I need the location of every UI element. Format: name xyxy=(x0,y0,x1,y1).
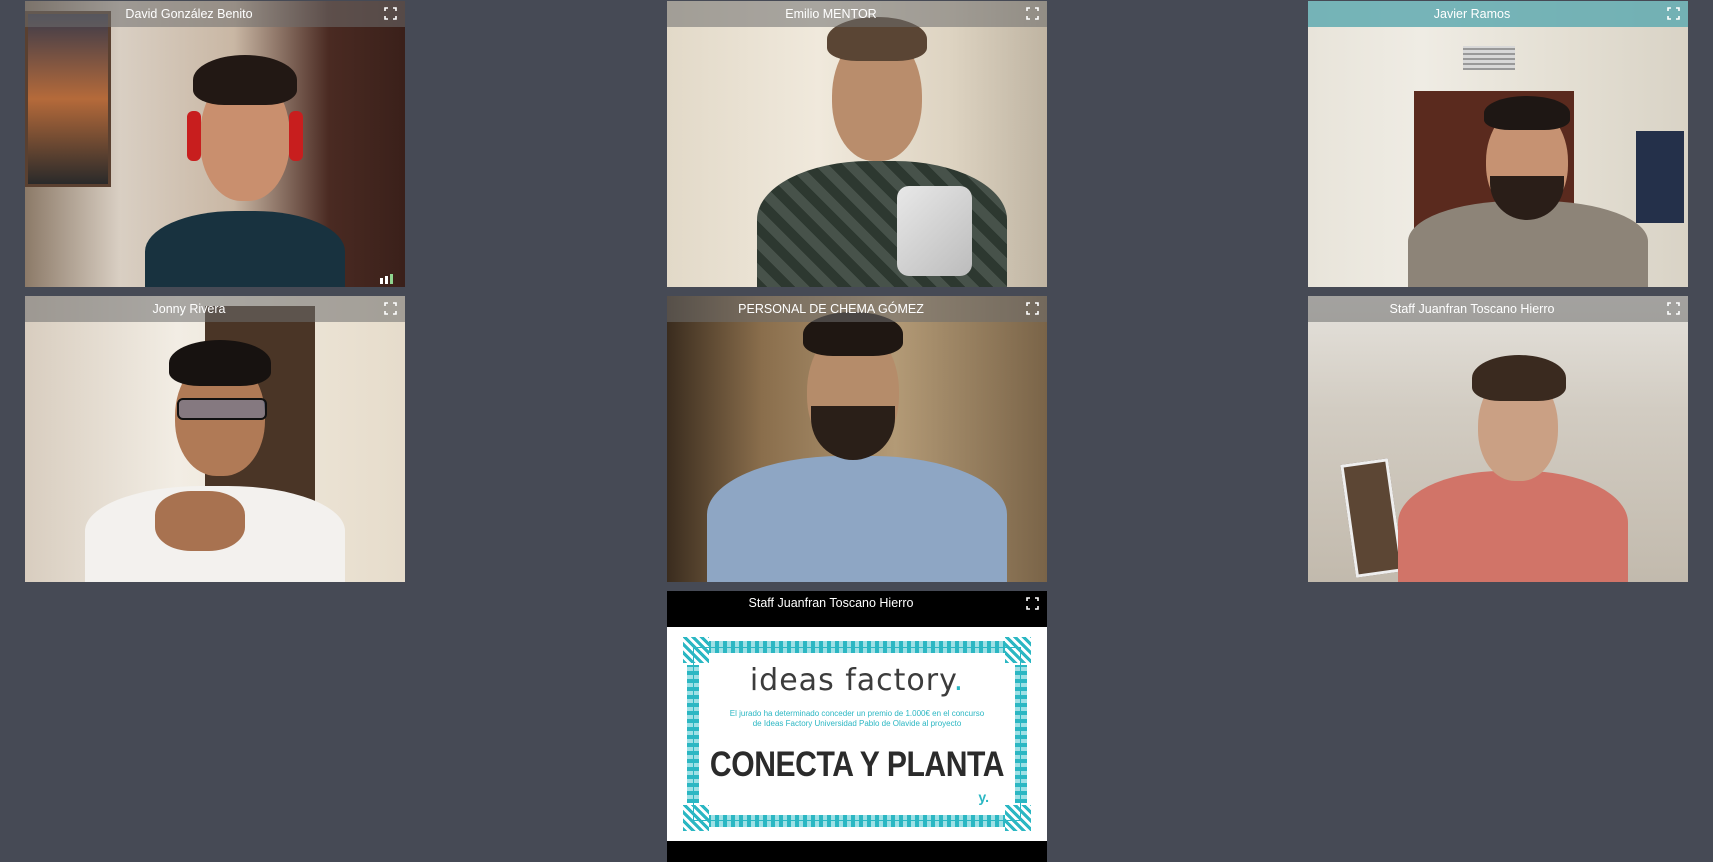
person xyxy=(85,336,365,582)
participant-name: Staff Juanfran Toscano Hierro xyxy=(1389,302,1555,316)
ideas-factory-logo: ideas factory. xyxy=(667,663,1047,698)
wall-painting xyxy=(25,11,111,187)
brand-mark: y. xyxy=(978,789,989,805)
certificate-body-text: El jurado ha determinado conceder un pre… xyxy=(707,709,1007,729)
expand-icon[interactable] xyxy=(384,302,397,315)
participant-name-bar: Jonny Rivera xyxy=(25,296,405,322)
logo-dot: . xyxy=(953,663,965,698)
person xyxy=(1398,96,1658,287)
participant-name-bar: Staff Juanfran Toscano Hierro xyxy=(667,591,1047,627)
signal-strength-icon xyxy=(379,271,397,284)
person xyxy=(1398,351,1638,582)
video-feed xyxy=(667,296,1047,582)
video-feed xyxy=(667,1,1047,287)
video-tile-juanfran[interactable]: Staff Juanfran Toscano Hierro xyxy=(1308,296,1688,582)
participant-name-bar: Javier Ramos xyxy=(1308,1,1688,27)
video-tile-emilio[interactable]: Emilio MENTOR xyxy=(667,1,1047,287)
video-feed xyxy=(25,1,405,287)
video-feed xyxy=(1308,1,1688,287)
project-title: CONECTA Y PLANTA xyxy=(709,745,1005,784)
phone xyxy=(897,186,972,276)
video-tile-javier[interactable]: Javier Ramos xyxy=(1308,1,1688,287)
person xyxy=(707,306,1007,582)
video-feed xyxy=(25,296,405,582)
participant-name-bar: Emilio MENTOR xyxy=(667,1,1047,27)
video-tile-jonny[interactable]: Jonny Rivera xyxy=(25,296,405,582)
shared-certificate: ideas factory. El jurado ha determinado … xyxy=(667,627,1047,841)
expand-icon[interactable] xyxy=(1667,302,1680,315)
wall-picture xyxy=(1340,458,1404,578)
participant-name: Staff Juanfran Toscano Hierro xyxy=(748,596,914,610)
person xyxy=(737,11,1017,287)
expand-icon[interactable] xyxy=(1667,7,1680,20)
person xyxy=(115,41,375,287)
logo-text: ideas factory xyxy=(749,663,954,698)
screen-share-tile[interactable]: Staff Juanfran Toscano Hierro ideas fact… xyxy=(667,591,1047,862)
participant-name: Jonny Rivera xyxy=(152,302,226,316)
participant-name-bar: Staff Juanfran Toscano Hierro xyxy=(1308,296,1688,322)
participant-name: Javier Ramos xyxy=(1433,7,1511,21)
expand-icon[interactable] xyxy=(1026,7,1039,20)
participant-name: PERSONAL DE CHEMA GÓMEZ xyxy=(738,302,924,316)
video-tile-david[interactable]: David González Benito xyxy=(25,1,405,287)
certificate-line-2: de Ideas Factory Universidad Pablo de Ol… xyxy=(752,719,962,728)
expand-icon[interactable] xyxy=(1026,302,1039,315)
wall-vent xyxy=(1463,46,1515,70)
expand-icon[interactable] xyxy=(1026,597,1039,610)
certificate-line-1: El jurado ha determinado conceder un pre… xyxy=(729,709,985,718)
participant-name: David González Benito xyxy=(125,7,253,21)
video-tile-chema[interactable]: PERSONAL DE CHEMA GÓMEZ xyxy=(667,296,1047,582)
video-feed xyxy=(1308,296,1688,582)
participant-name-bar: PERSONAL DE CHEMA GÓMEZ xyxy=(667,296,1047,322)
participant-name-bar: David González Benito xyxy=(25,1,405,27)
expand-icon[interactable] xyxy=(384,7,397,20)
participant-name: Emilio MENTOR xyxy=(785,7,877,21)
